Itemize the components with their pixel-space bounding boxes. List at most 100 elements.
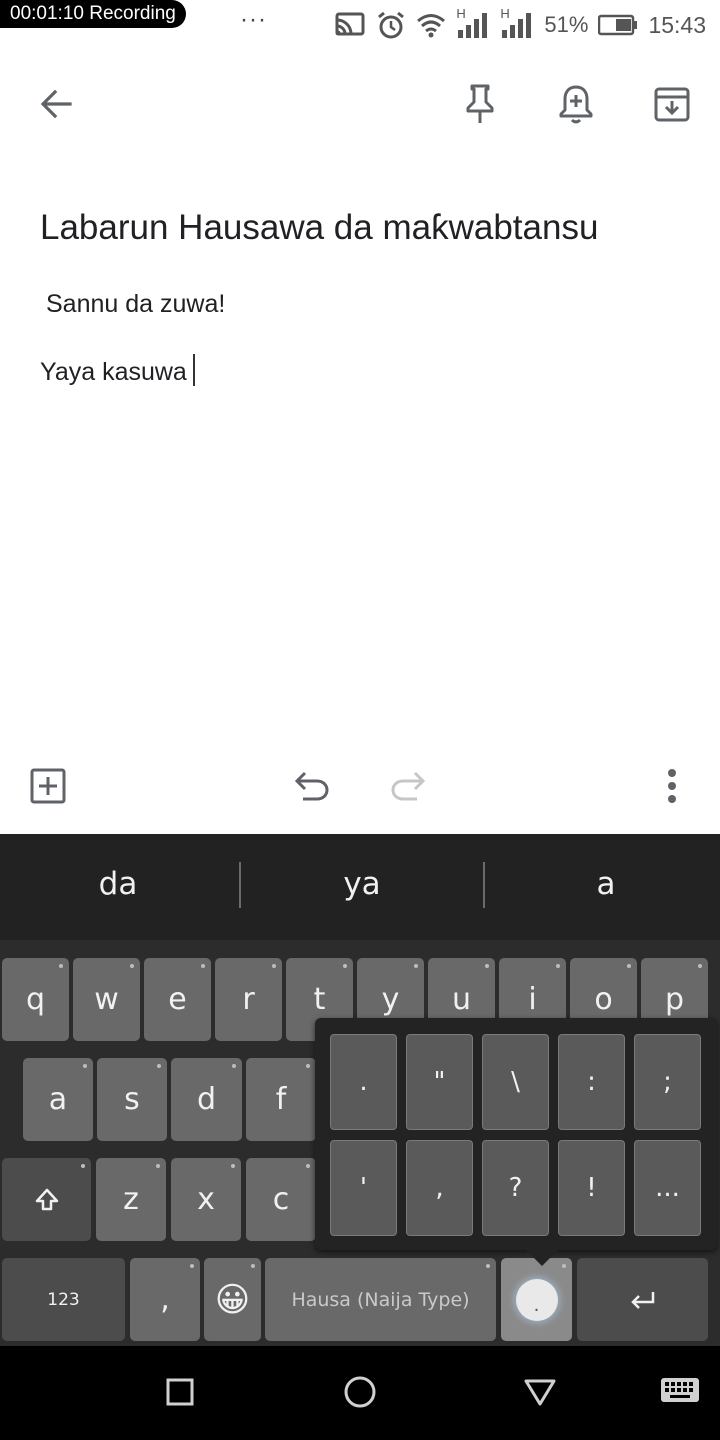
suggestion-divider: [483, 862, 485, 908]
key-label: o: [594, 982, 613, 1017]
back-button[interactable]: [32, 80, 80, 128]
key-a[interactable]: a: [23, 1058, 93, 1141]
space-key[interactable]: Hausa (Naija Type): [265, 1258, 496, 1341]
key-label: t: [313, 982, 326, 1017]
key-label: .: [359, 1067, 368, 1097]
key-label: .: [533, 1294, 540, 1316]
popup-key[interactable]: ': [330, 1140, 397, 1236]
period-key[interactable]: .: [501, 1258, 572, 1341]
suggestion-divider: [239, 862, 241, 908]
redo-button[interactable]: [386, 764, 430, 808]
key-label: r: [242, 982, 255, 1017]
key-label: !: [586, 1173, 597, 1203]
status-icons: H H 51% 15:43: [334, 6, 706, 42]
popup-key[interactable]: ?: [482, 1140, 549, 1236]
note-body-text: Yaya kasuwa: [40, 358, 187, 386]
key-label: p: [664, 982, 685, 1017]
popup-key[interactable]: ,: [406, 1140, 473, 1236]
pin-button[interactable]: [456, 80, 504, 128]
more-options-button[interactable]: [650, 764, 694, 808]
recents-button[interactable]: [156, 1368, 204, 1416]
key-label: u: [451, 982, 471, 1017]
key-f[interactable]: f: [246, 1058, 316, 1141]
suggestion-item[interactable]: a: [528, 866, 684, 902]
enter-key[interactable]: [577, 1258, 708, 1341]
alarm-icon: [378, 11, 405, 39]
more-vert-icon: [668, 769, 676, 803]
suggestion-item[interactable]: ya: [284, 866, 440, 902]
comma-key[interactable]: ,: [130, 1258, 200, 1341]
redo-icon: [391, 771, 426, 801]
shift-icon: [35, 1188, 58, 1210]
key-label: x: [197, 1182, 215, 1217]
reminder-bell-icon: [559, 85, 593, 124]
key-label: \: [511, 1067, 520, 1097]
key-label: ": [433, 1067, 446, 1097]
emoji-key[interactable]: 😀: [204, 1258, 261, 1341]
popup-key[interactable]: !: [558, 1140, 625, 1236]
popup-key[interactable]: .: [330, 1034, 397, 1130]
numbers-key[interactable]: 123: [2, 1258, 125, 1341]
battery-percent: 51%: [544, 12, 589, 37]
key-d[interactable]: d: [171, 1058, 242, 1141]
key-q[interactable]: q: [2, 958, 69, 1041]
archive-button[interactable]: [648, 80, 696, 128]
key-label: y: [381, 982, 400, 1017]
home-button[interactable]: [336, 1368, 384, 1416]
key-label: ,: [435, 1173, 444, 1203]
suggestion-item[interactable]: da: [40, 866, 196, 902]
reminder-button[interactable]: [552, 80, 600, 128]
clock: 15:43: [648, 11, 706, 38]
key-label: ': [359, 1173, 368, 1203]
key-label: z: [123, 1182, 139, 1217]
emoji-icon: 😀: [214, 1279, 251, 1320]
screen-recording-indicator[interactable]: 00:01:10 Recording: [0, 0, 186, 28]
popup-key[interactable]: ;: [634, 1034, 701, 1130]
shift-key[interactable]: [2, 1158, 91, 1241]
key-label: 123: [47, 1289, 80, 1310]
key-c[interactable]: c: [246, 1158, 316, 1241]
key-z[interactable]: z: [96, 1158, 166, 1241]
add-content-button[interactable]: [26, 764, 70, 808]
popup-key[interactable]: \: [482, 1034, 549, 1130]
wifi-icon: [417, 14, 446, 38]
popup-key[interactable]: ": [406, 1034, 473, 1130]
key-label: :: [587, 1067, 596, 1097]
key-x[interactable]: x: [171, 1158, 241, 1241]
key-label: e: [168, 982, 187, 1017]
space-key-label: Hausa (Naija Type): [291, 1288, 470, 1311]
add-box-icon: [30, 768, 66, 804]
keyboard-switch-button[interactable]: [656, 1370, 704, 1414]
note-title[interactable]: Labarun Hausawa da maƙwabtansu: [40, 208, 598, 248]
period-key-pressed-highlight: .: [515, 1278, 558, 1321]
keyboard-switch-icon: [661, 1378, 699, 1402]
note-body-line-current[interactable]: Yaya kasuwa: [40, 354, 195, 387]
archive-icon: [654, 87, 690, 122]
key-label: s: [124, 1082, 140, 1117]
popup-key[interactable]: :: [558, 1034, 625, 1130]
key-label: d: [196, 1082, 217, 1117]
key-label: f: [275, 1082, 287, 1117]
key-label: a: [48, 1082, 68, 1117]
popup-pointer: [524, 1248, 560, 1266]
key-label: ,: [160, 1282, 170, 1317]
key-label: q: [25, 982, 46, 1017]
key-label: w: [94, 982, 119, 1017]
home-circle-icon: [344, 1376, 376, 1408]
undo-button[interactable]: [290, 764, 334, 808]
signal-icon: H: [456, 6, 490, 40]
key-w[interactable]: w: [73, 958, 140, 1041]
note-body-line[interactable]: Sannu da zuwa!: [46, 290, 225, 319]
key-label: c: [272, 1182, 290, 1217]
recents-square-icon: [166, 1378, 194, 1406]
signal-icon: H: [500, 6, 534, 40]
popup-key[interactable]: ...: [634, 1140, 701, 1236]
key-s[interactable]: s: [97, 1058, 167, 1141]
key-e[interactable]: e: [144, 958, 211, 1041]
text-cursor: [192, 354, 195, 386]
key-r[interactable]: r: [215, 958, 282, 1041]
back-nav-button[interactable]: [516, 1368, 564, 1416]
cast-icon: [335, 12, 365, 36]
back-triangle-icon: [524, 1379, 556, 1406]
pin-icon: [466, 84, 494, 123]
